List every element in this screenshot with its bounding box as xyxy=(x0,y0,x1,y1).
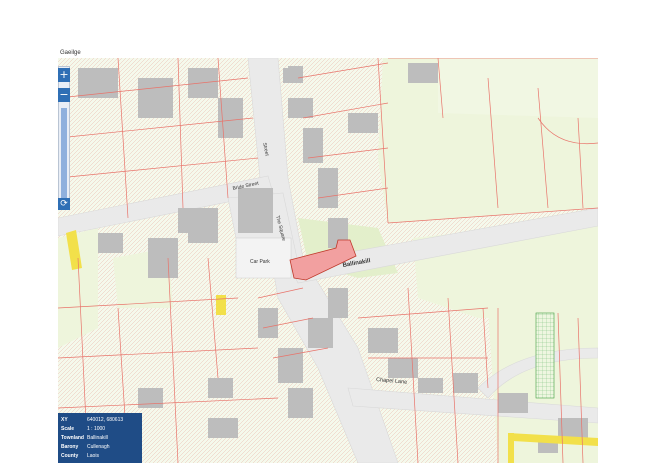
info-value: Cullenagh xyxy=(87,443,110,450)
info-key: Scale xyxy=(61,425,75,432)
info-key: Townland xyxy=(61,434,84,441)
zoom-out-button[interactable]: − xyxy=(58,88,70,102)
map-canvas[interactable]: Street Bride Street The Square Car Park … xyxy=(58,58,598,463)
info-value: 1 : 1000 xyxy=(87,425,106,432)
info-row: Townland Ballinakill xyxy=(61,433,139,442)
green-grid-plot xyxy=(535,312,555,399)
info-row: Barony Cullenagh xyxy=(61,442,139,451)
info-value: Ballinakill xyxy=(87,434,108,441)
zoom-slider-level[interactable] xyxy=(61,108,67,198)
car-park-area xyxy=(235,237,292,279)
info-key: County xyxy=(61,452,79,459)
zoom-in-button[interactable]: + xyxy=(58,68,70,82)
info-key: Barony xyxy=(61,443,79,450)
info-key: XY xyxy=(61,416,68,423)
map-label-car-park: Car Park xyxy=(250,259,270,265)
info-value: 640012, 680613 xyxy=(87,416,124,423)
info-value: Laois xyxy=(87,452,99,459)
location-info-panel: XY 640012, 680613 Scale 1 : 1000 Townland B… xyxy=(58,413,142,463)
info-row: Scale 1 : 1000 xyxy=(61,424,139,433)
info-row: County Laois xyxy=(61,451,139,460)
reset-view-icon[interactable]: ⟳ xyxy=(58,198,70,210)
info-row: XY 640012, 680613 xyxy=(61,415,139,424)
language-link[interactable]: Gaeilge xyxy=(60,50,81,56)
